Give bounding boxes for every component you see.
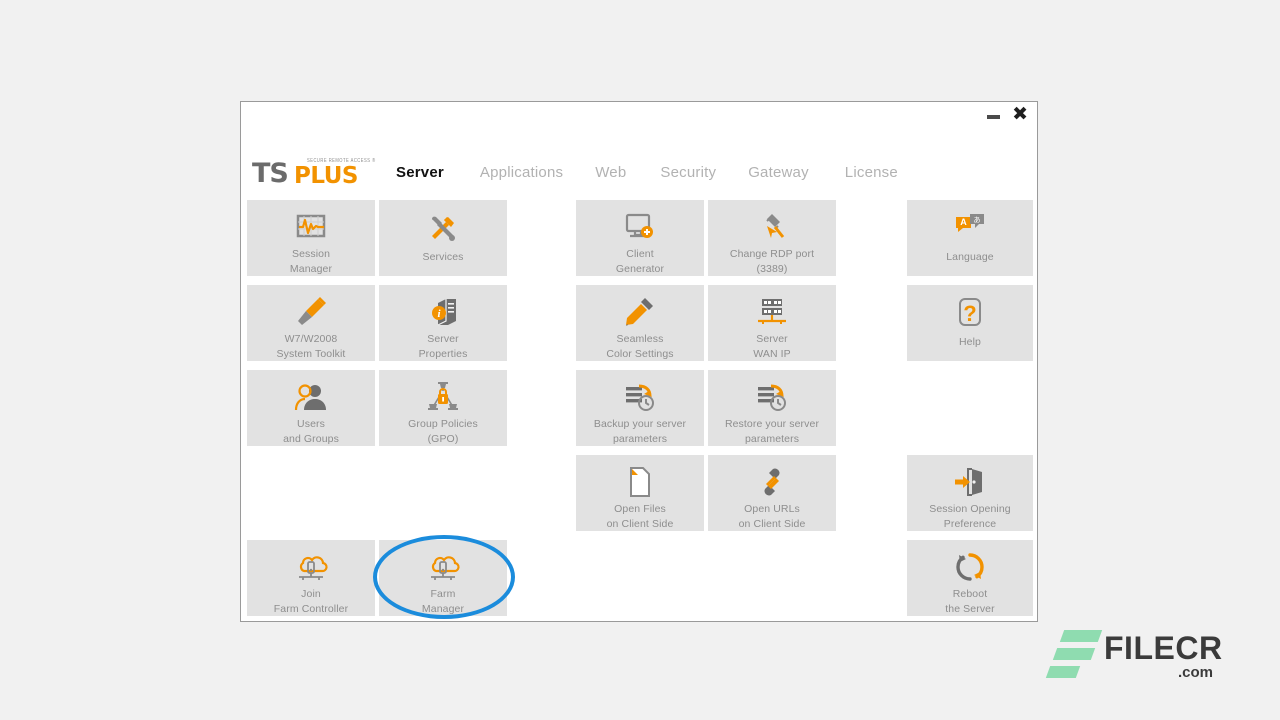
filecr-watermark: FILECR .com: [1045, 626, 1248, 686]
tile-system-toolkit[interactable]: W7/W2008 System Toolkit: [247, 285, 375, 361]
tile-server-properties[interactable]: i Server Properties: [379, 285, 507, 361]
server-wan-ip-icon: [755, 291, 789, 332]
change-rdp-port-icon: [755, 206, 789, 247]
group-policies-icon: [426, 376, 460, 417]
tile-label: Session Manager: [289, 248, 333, 275]
tile-label: W7/W2008 System Toolkit: [276, 333, 346, 360]
tile-label: Session Opening Preference: [929, 503, 1011, 530]
tile-label: Open URLs on Client Side: [738, 503, 806, 530]
filecr-wordmark: FILECR: [1104, 630, 1223, 666]
tile-reboot[interactable]: Reboot the Server: [907, 540, 1033, 616]
tile-label: Language: [946, 251, 994, 263]
open-files-icon: [623, 461, 657, 502]
backup-icon: [623, 376, 657, 417]
tile-session-opening[interactable]: Session Opening Preference: [907, 455, 1033, 531]
svg-text:A: A: [960, 217, 967, 227]
tile-label: Server WAN IP: [753, 333, 791, 360]
tile-label: Open Files on Client Side: [606, 503, 674, 530]
services-icon: [426, 206, 460, 250]
tile-backup[interactable]: Backup your server parameters: [576, 370, 704, 446]
system-toolkit-icon: [294, 291, 328, 332]
tile-session-manager[interactable]: Session Manager: [247, 200, 375, 276]
tile-label: Services: [422, 251, 464, 263]
tile-open-urls[interactable]: Open URLs on Client Side: [708, 455, 836, 531]
filecr-logo-icon: [1045, 628, 1103, 680]
tile-label: Client Generator: [615, 248, 665, 275]
farm-manager-icon: [426, 546, 460, 587]
filecr-domain-suffix: .com: [1178, 664, 1214, 681]
tile-language[interactable]: A あ Language: [907, 200, 1033, 276]
filecr-bar-middle: [1052, 648, 1096, 660]
tile-open-files[interactable]: Open Files on Client Side: [576, 455, 704, 531]
tile-farm-manager[interactable]: Farm Manager: [379, 540, 507, 616]
tile-grid: Session Manager Services Client Generator C…: [241, 102, 1037, 621]
color-settings-icon: [623, 291, 657, 332]
tile-color-settings[interactable]: Seamless Color Settings: [576, 285, 704, 361]
reboot-icon: [953, 546, 987, 587]
join-farm-icon: [294, 546, 328, 587]
tile-label: Users and Groups: [283, 418, 339, 445]
tile-label: Join Farm Controller: [273, 588, 349, 615]
tile-restore[interactable]: Restore your server parameters: [708, 370, 836, 446]
language-icon: Aあ: [953, 206, 987, 250]
tile-label: Server Properties: [418, 333, 468, 360]
session-manager-icon: [294, 206, 328, 247]
session-opening-icon: [953, 461, 987, 502]
tile-label: Restore your server parameters: [724, 418, 820, 445]
tile-server-wan-ip[interactable]: Server WAN IP: [708, 285, 836, 361]
client-generator-icon: [623, 206, 657, 247]
tile-label: Farm Manager: [421, 588, 465, 615]
restore-icon: [755, 376, 789, 417]
tile-join-farm[interactable]: Join Farm Controller: [247, 540, 375, 616]
tile-label: Seamless Color Settings: [606, 333, 674, 360]
tile-label: Backup your server parameters: [593, 418, 687, 445]
tile-label: Reboot the Server: [945, 588, 995, 615]
tile-label: Group Policies (GPO): [408, 418, 478, 445]
users-groups-icon: [294, 376, 328, 417]
tile-change-rdp-port[interactable]: Change RDP port (3389): [708, 200, 836, 276]
server-properties-icon: i: [426, 291, 460, 332]
tile-help[interactable]: ? Help: [907, 285, 1033, 361]
tile-group-policies[interactable]: Group Policies (GPO): [379, 370, 507, 446]
tile-label: Help: [959, 336, 981, 348]
svg-text:あ: あ: [974, 216, 981, 224]
open-urls-icon: [755, 461, 789, 502]
filecr-bar-bottom: [1045, 666, 1081, 678]
tile-label: Change RDP port (3389): [729, 248, 815, 275]
svg-text:?: ?: [963, 301, 976, 326]
filecr-bar-top: [1059, 630, 1103, 642]
tile-services[interactable]: Services: [379, 200, 507, 276]
tile-client-generator[interactable]: Client Generator: [576, 200, 704, 276]
help-icon: ?: [953, 291, 987, 335]
tile-users-groups[interactable]: Users and Groups: [247, 370, 375, 446]
tsplus-admin-window: ✖ TS PLUS SECURE REMOTE ACCESS ® Server A…: [240, 101, 1038, 622]
